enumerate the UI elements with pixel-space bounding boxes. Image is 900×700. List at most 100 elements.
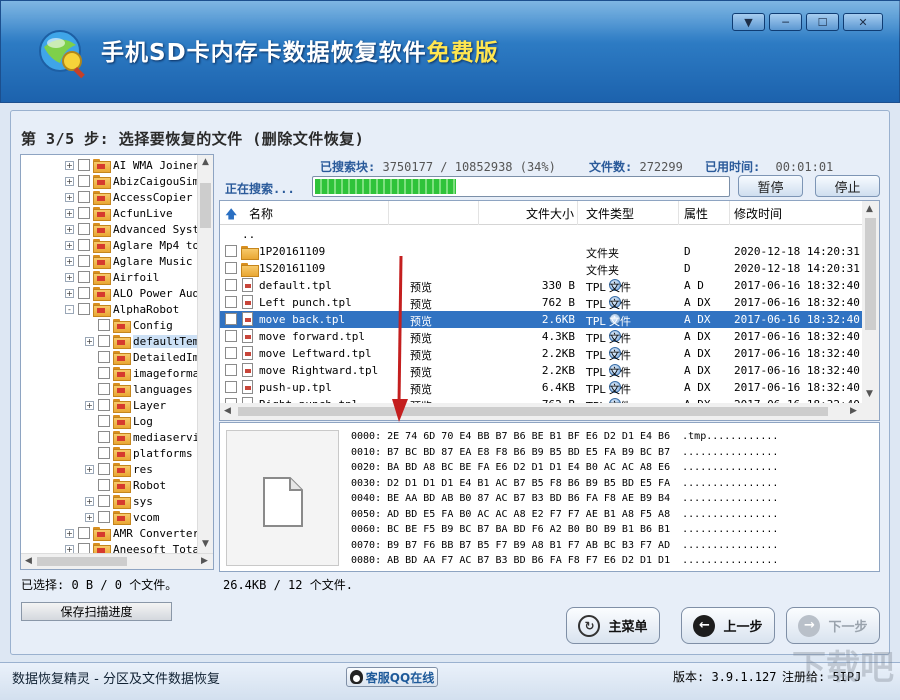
tree-item[interactable]: languages [85,381,193,397]
expand-icon[interactable]: + [65,288,74,298]
save-scan-progress-button[interactable]: 保存扫描进度 [21,602,172,621]
file-row[interactable]: push-up.tpl 预览 6.4KB TPL 文件 A DX 2017-06-16 1… [220,379,863,396]
preview-link[interactable]: 预览 [410,330,432,346]
expand-icon[interactable]: + [85,336,94,346]
tree-item[interactable]: mediaservi [85,429,199,445]
close-button[interactable]: ✕ [843,13,883,31]
previous-step-button[interactable]: ← 上一步 [681,607,775,644]
tree-item[interactable]: + AI WMA Joiner [65,157,199,173]
scroll-up-icon[interactable]: ▲ [202,157,209,167]
tree-item[interactable]: + Layer [85,397,166,413]
expand-icon[interactable]: + [65,528,74,538]
file-checkbox[interactable] [225,364,237,376]
stop-button[interactable]: 停止 [815,175,880,197]
preview-link[interactable]: 预览 [410,279,432,295]
column-size[interactable]: 文件大小 [526,205,574,222]
tree-item[interactable]: Config [85,317,173,333]
expand-icon[interactable]: + [85,496,94,506]
tree-checkbox[interactable] [78,527,90,539]
tree-checkbox[interactable] [98,335,110,347]
tree-item[interactable]: Log [85,413,153,429]
file-checkbox[interactable] [225,279,237,291]
tree-item[interactable]: + Advanced Syst [65,221,199,237]
next-step-button[interactable]: → 下一步 [786,607,880,644]
tree-checkbox[interactable] [78,287,90,299]
file-row[interactable]: 1S20161109 文件夹 D 2020-12-18 14:20:31 [220,260,863,277]
file-checkbox[interactable] [225,296,237,308]
tree-item[interactable]: Robot [85,477,166,493]
minimize-button[interactable]: ─ [769,13,802,31]
column-attributes[interactable]: 属性 [684,205,708,222]
file-row[interactable]: move Rightward.tpl 预览 2.2KB TPL 文件 A DX 2017-… [220,362,863,379]
expand-icon[interactable]: + [65,208,74,218]
tree-checkbox[interactable] [98,415,110,427]
scroll-right-icon[interactable]: ▶ [201,556,208,566]
expand-icon[interactable]: + [85,464,94,474]
preview-link[interactable]: 预览 [410,347,432,363]
expand-icon[interactable]: + [85,400,94,410]
folder-tree[interactable]: + AI WMA Joiner + AbizCaigouSim + AccessCopie… [20,154,214,570]
tree-checkbox[interactable] [98,495,110,507]
tree-checkbox[interactable] [78,191,90,203]
tree-checkbox[interactable] [98,367,110,379]
tree-item[interactable]: + ALO Power Aud [65,285,199,301]
scroll-down-icon[interactable]: ▼ [202,539,209,549]
column-type[interactable]: 文件类型 [586,205,634,222]
tree-checkbox[interactable] [98,479,110,491]
tree-checkbox[interactable] [98,351,110,363]
file-row[interactable]: default.tpl 预览 330 B TPL 文件 A D 2017-06-16 18… [220,277,863,294]
file-checkbox[interactable] [225,245,237,257]
scroll-up-icon[interactable]: ▲ [866,204,873,214]
column-name[interactable]: 名称 [249,205,273,222]
maximize-button[interactable]: ☐ [806,13,839,31]
tree-checkbox[interactable] [98,399,110,411]
tree-checkbox[interactable] [78,271,90,283]
collapse-icon[interactable]: - [65,304,74,314]
file-row[interactable]: move back.tpl 预览 2.6KB TPL 文件 A DX 2017-06-16… [220,311,863,328]
file-row[interactable]: move Leftward.tpl 预览 2.2KB TPL 文件 A DX 2017-0… [220,345,863,362]
tree-item[interactable]: + sys [85,493,153,509]
tree-item[interactable]: imageforma [85,365,199,381]
tree-item[interactable]: + AccessCopier [65,189,192,205]
up-arrow-icon[interactable]: 🡅 [225,205,237,226]
tree-checkbox[interactable] [78,175,90,187]
tree-checkbox[interactable] [78,239,90,251]
column-modified-time[interactable]: 修改时间 [734,205,782,222]
preview-link[interactable]: 预览 [410,313,432,329]
file-checkbox[interactable] [225,330,237,342]
file-checkbox[interactable] [225,347,237,359]
main-menu-button[interactable]: ↻ 主菜单 [566,607,660,644]
file-list[interactable]: 🡅 名称 文件大小 文件类型 属性 修改时间 .. 1P20161109 文件夹 D… [219,200,880,421]
file-list-vertical-scrollbar[interactable]: ▲ ▼ [862,201,879,420]
tree-vertical-scrollbar[interactable]: ▲ ▼ [197,155,213,553]
file-checkbox[interactable] [225,262,237,274]
tree-checkbox[interactable] [98,383,110,395]
tree-checkbox[interactable] [78,159,90,171]
expand-icon[interactable]: + [65,272,74,282]
tree-item[interactable]: + Aglare Music [65,253,192,269]
tree-item[interactable]: + vcom [85,509,160,525]
tree-checkbox[interactable] [98,447,110,459]
tree-checkbox[interactable] [98,463,110,475]
tree-checkbox[interactable] [78,255,90,267]
expand-icon[interactable]: + [65,256,74,266]
file-checkbox[interactable] [225,313,237,325]
preview-link[interactable]: 预览 [410,381,432,397]
tree-item[interactable]: + AMR Converter [65,525,199,541]
preview-link[interactable]: 预览 [410,296,432,312]
expand-icon[interactable]: + [65,240,74,250]
file-list-horizontal-scrollbar[interactable]: ◀ ▶ [220,403,863,420]
file-row[interactable]: Left punch.tpl 预览 762 B TPL 文件 A DX 2017-06-1… [220,294,863,311]
tree-item[interactable]: + Aglare Mp4 to [65,237,199,253]
tree-checkbox[interactable] [78,207,90,219]
tree-checkbox[interactable] [78,303,90,315]
tree-item[interactable]: - AlphaRobot [65,301,179,317]
scroll-right-icon[interactable]: ▶ [850,406,857,416]
file-row[interactable]: move forward.tpl 预览 4.3KB TPL 文件 A DX 2017-06… [220,328,863,345]
tree-checkbox[interactable] [78,223,90,235]
pause-button[interactable]: 暂停 [738,175,803,197]
tree-horizontal-scrollbar[interactable]: ◀ ▶ [21,553,213,569]
scroll-down-icon[interactable]: ▼ [866,389,873,399]
expand-icon[interactable]: + [65,224,74,234]
scroll-left-icon[interactable]: ◀ [25,556,32,566]
